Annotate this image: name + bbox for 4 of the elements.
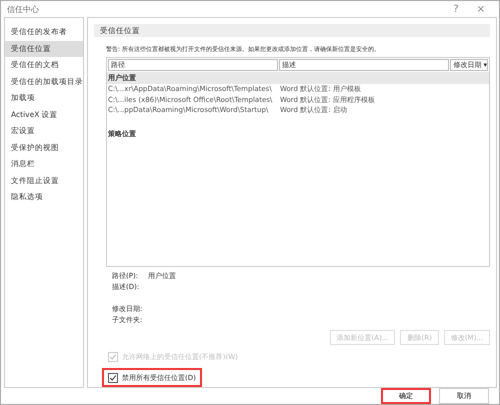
checkbox[interactable] [108,372,118,382]
close-button[interactable]: × [474,4,487,14]
help-button[interactable]: ? [451,4,461,14]
window-title: 信任中心 [7,4,39,14]
